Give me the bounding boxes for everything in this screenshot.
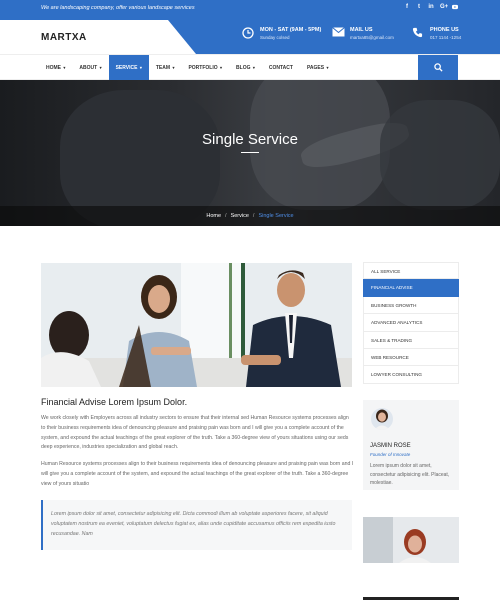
nav-pages[interactable]: PAGES ▾: [300, 55, 336, 81]
phone-info: PHONE US 017 1144 -1254: [412, 27, 461, 41]
breadcrumb-separator: /: [225, 213, 227, 219]
header-info-panel: MON - SAT (9AM - 5PM) Sunday colsed MAIL…: [0, 20, 500, 54]
chevron-down-icon: ▾: [252, 65, 255, 70]
mail-info: MAIL US martxa85@gmail.com: [332, 27, 394, 41]
nav-service[interactable]: SERVICE ▾: [108, 55, 149, 81]
phone-sub[interactable]: 017 1144 -1254: [430, 34, 461, 41]
phone-title: PHONE US: [430, 27, 459, 33]
mail-icon: [332, 27, 345, 40]
content-paragraph: We work closely with Employers across al…: [41, 415, 349, 451]
mail-sub[interactable]: martxa85@gmail.com: [350, 34, 394, 41]
main-nav: HOME ▾ ABOUT ▾ SERVICE ▾ TEAM ▾ PORTFOLI…: [0, 54, 500, 81]
chevron-down-icon: ▾: [99, 65, 102, 70]
nav-team[interactable]: TEAM ▾: [149, 55, 182, 81]
service-image: [41, 263, 352, 387]
chevron-down-icon: ▾: [172, 65, 175, 70]
title-underline: [241, 152, 259, 153]
search-button[interactable]: [418, 55, 458, 81]
sidebar-image: [363, 517, 459, 563]
content-paragraph: Human Resource systems processes align t…: [41, 461, 354, 487]
nav-about[interactable]: ABOUT ▾: [72, 55, 108, 81]
sidebar-item-business-growth[interactable]: BUSINESS GROWTH: [363, 296, 459, 315]
top-bar: We are landscaping company, offer variou…: [0, 0, 500, 20]
blockquote: Lorem ipsum dolor sit amet, consectetur …: [41, 500, 352, 550]
breadcrumb-current: Single Service: [258, 213, 294, 219]
twitter-icon[interactable]: t: [416, 4, 422, 12]
breadcrumb-home[interactable]: Home: [206, 213, 221, 219]
chevron-down-icon: ▾: [326, 65, 329, 70]
breadcrumb-service[interactable]: Service: [231, 213, 249, 219]
search-icon: [433, 59, 443, 77]
sidebar-item-all-service[interactable]: ALL SERVICE: [363, 262, 459, 280]
sidebar-item-advanced-analytics[interactable]: ADVANCED ANALYTICS: [363, 314, 459, 332]
sidebar-item-sales-trading[interactable]: SALES & TRADING: [363, 331, 459, 349]
profile-card: JASMIN ROSE Founder of Innovate Lorem ip…: [363, 400, 459, 490]
profile-description: Lorem ipsum dolor sit amet, consectetur …: [370, 463, 450, 486]
sidebar-item-financial-advise[interactable]: FINANCIAL ADVISE: [363, 279, 459, 297]
linkedin-icon[interactable]: in: [428, 4, 434, 12]
page-title: Single Service: [202, 131, 298, 148]
sidebar-item-lowyer-consulting[interactable]: LOWYER CONSULTING: [363, 366, 459, 384]
mail-title: MAIL US: [350, 27, 373, 33]
facebook-icon[interactable]: f: [404, 4, 410, 12]
chevron-down-icon: ▾: [63, 65, 66, 70]
breadcrumb-separator: /: [252, 213, 255, 219]
avatar: [371, 408, 393, 430]
clock-icon: [242, 27, 255, 40]
service-sidebar: ALL SERVICE FINANCIAL ADVISE BUSINESS GR…: [363, 262, 459, 384]
sidebar-item-web-resource[interactable]: WEB RESOURCE: [363, 348, 459, 367]
phone-icon: [412, 27, 425, 40]
nav-home[interactable]: HOME ▾: [39, 55, 72, 81]
youtube-icon[interactable]: [452, 4, 458, 12]
hero-figure: [380, 100, 500, 210]
nav-contact[interactable]: CONTACT: [262, 55, 300, 81]
hours-title: MON - SAT (9AM - 5PM): [260, 27, 322, 33]
tagline: We are landscaping company, offer variou…: [41, 5, 195, 11]
profile-role: Founder of Innovate: [370, 452, 411, 457]
chevron-down-icon: ▾: [220, 65, 223, 70]
nav-blog[interactable]: BLOG ▾: [229, 55, 262, 81]
hours-info: MON - SAT (9AM - 5PM) Sunday colsed: [242, 27, 321, 41]
social-links: f t in G+: [404, 4, 458, 12]
breadcrumb: Home / Service / Single Service: [0, 206, 500, 226]
page-hero: Single Service Home / Service / Single S…: [0, 80, 500, 226]
hours-sub: Sunday colsed: [260, 35, 290, 40]
nav-portfolio[interactable]: PORTFOLIO ▾: [181, 55, 229, 81]
google-plus-icon[interactable]: G+: [440, 4, 448, 12]
chevron-down-icon: ▾: [139, 65, 142, 70]
content-title: Financial Advise Lorem Ipsum Dolor.: [41, 397, 188, 407]
profile-name: JASMIN ROSE: [370, 443, 411, 449]
